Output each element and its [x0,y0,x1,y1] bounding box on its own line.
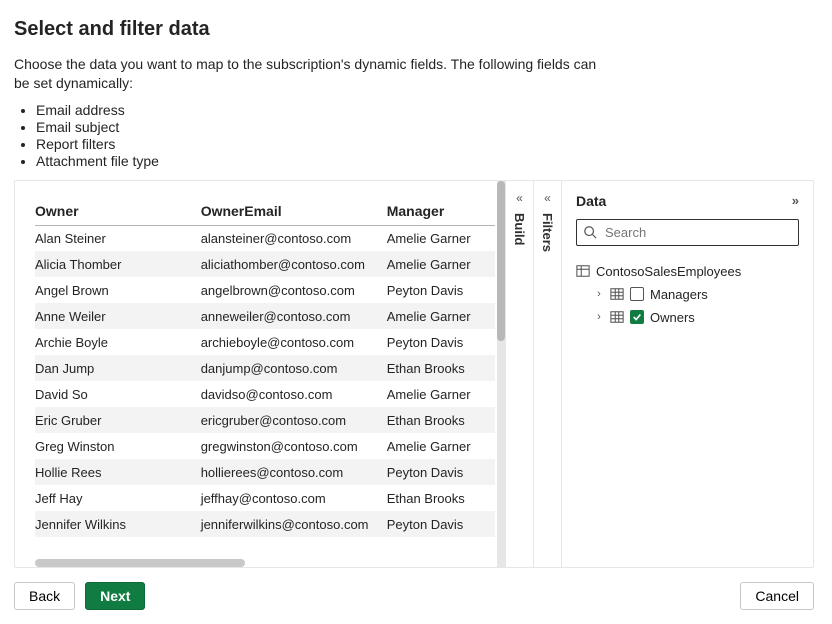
filters-rail[interactable]: « Filters [533,181,561,567]
table-row[interactable]: Alan Steineralansteiner@contoso.comAmeli… [35,225,495,251]
dynamic-field-item: Attachment file type [36,153,814,169]
table-row[interactable]: Anne Weileranneweiler@contoso.comAmelie … [35,303,495,329]
data-panel: Data » ContosoSalesEmployees › Managers › O… [561,181,813,567]
table-cell: David So [35,381,201,407]
search-input[interactable] [603,224,792,241]
intro-text: Choose the data you want to map to the s… [14,55,614,93]
table-row[interactable]: Eric Gruberericgruber@contoso.comEthan B… [35,407,495,433]
table-cell: Amelie Garner [387,433,495,459]
table-cell: danjump@contoso.com [201,355,387,381]
table-cell: Ethan Brooks [387,485,495,511]
table-row[interactable]: Dan Jumpdanjump@contoso.comEthan Brooks [35,355,495,381]
page-title: Select and filter data [14,18,814,41]
column-header-owneremail[interactable]: OwnerEmail [201,197,387,226]
table-cell: Jennifer Wilkins [35,511,201,537]
build-rail[interactable]: « Build [505,181,533,567]
checkbox[interactable] [630,287,644,301]
table-cell: Ethan Brooks [387,355,495,381]
column-header-manager[interactable]: Manager [387,197,495,226]
dataset-icon [576,264,590,278]
data-table: Owner OwnerEmail Manager Alan Steinerala… [35,197,495,538]
table-row[interactable]: Angel Brownangelbrown@contoso.comPeyton … [35,277,495,303]
dynamic-field-item: Report filters [36,136,814,152]
data-panel-heading: Data [576,193,606,209]
table-cell: Peyton Davis [387,329,495,355]
vertical-scrollbar[interactable] [497,181,505,567]
filters-rail-label: Filters [540,213,555,252]
table-cell: Ethan Brooks [387,407,495,433]
dataset-row[interactable]: ContosoSalesEmployees [576,260,799,283]
table-cell: Alan Steiner [35,225,201,251]
table-cell: Amelie Garner [387,225,495,251]
tree-table-label: Managers [650,287,708,302]
table-cell: Anne Weiler [35,303,201,329]
table-cell: Peyton Davis [387,511,495,537]
table-cell: jenniferwilkins@contoso.com [201,511,387,537]
table-cell: Dan Jump [35,355,201,381]
table-row[interactable]: Greg Winstongregwinston@contoso.comAmeli… [35,433,495,459]
back-button[interactable]: Back [14,582,75,610]
table-cell: gregwinston@contoso.com [201,433,387,459]
column-header-owner[interactable]: Owner [35,197,201,226]
workspace: Owner OwnerEmail Manager Alan Steinerala… [14,180,814,568]
field-tree: ContosoSalesEmployees › Managers › Owners [576,260,799,329]
footer: Back Next Cancel [14,568,814,610]
table-cell: aliciathomber@contoso.com [201,251,387,277]
search-icon [583,225,597,239]
table-row[interactable]: David Sodavidso@contoso.comAmelie Garner [35,381,495,407]
build-rail-label: Build [512,213,527,246]
chevron-right-icon[interactable]: › [594,288,604,300]
table-row[interactable]: Jeff Hayjeffhay@contoso.comEthan Brooks [35,485,495,511]
table-row[interactable]: Archie Boylearchieboyle@contoso.comPeyto… [35,329,495,355]
table-cell: Angel Brown [35,277,201,303]
table-cell: Alicia Thomber [35,251,201,277]
table-cell: jeffhay@contoso.com [201,485,387,511]
dynamic-field-list: Email address Email subject Report filte… [36,101,814,170]
search-box[interactable] [576,219,799,246]
tree-table-row[interactable]: › Managers [576,283,799,306]
horizontal-scrollbar[interactable] [35,559,245,567]
chevron-left-icon[interactable]: « [516,191,523,205]
table-cell: hollierees@contoso.com [201,459,387,485]
chevron-right-icon[interactable]: » [792,193,799,208]
table-cell: Peyton Davis [387,459,495,485]
table-cell: ericgruber@contoso.com [201,407,387,433]
tree-table-label: Owners [650,310,695,325]
table-cell: davidso@contoso.com [201,381,387,407]
table-row[interactable]: Alicia Thomberaliciathomber@contoso.comA… [35,251,495,277]
table-area: Owner OwnerEmail Manager Alan Steinerala… [15,181,505,567]
table-cell: alansteiner@contoso.com [201,225,387,251]
table-cell: Amelie Garner [387,303,495,329]
table-row[interactable]: Jennifer Wilkinsjenniferwilkins@contoso.… [35,511,495,537]
table-cell: angelbrown@contoso.com [201,277,387,303]
table-cell: Peyton Davis [387,277,495,303]
chevron-left-icon[interactable]: « [544,191,551,205]
table-cell: archieboyle@contoso.com [201,329,387,355]
table-cell: Eric Gruber [35,407,201,433]
dataset-label: ContosoSalesEmployees [596,264,741,279]
table-cell: anneweiler@contoso.com [201,303,387,329]
next-button[interactable]: Next [85,582,145,610]
table-scroll[interactable]: Owner OwnerEmail Manager Alan Steinerala… [15,181,505,567]
table-cell: Amelie Garner [387,381,495,407]
table-icon [610,287,624,301]
dynamic-field-item: Email address [36,102,814,118]
table-cell: Archie Boyle [35,329,201,355]
chevron-right-icon[interactable]: › [594,311,604,323]
table-cell: Greg Winston [35,433,201,459]
cancel-button[interactable]: Cancel [740,582,814,610]
table-icon [610,310,624,324]
table-cell: Hollie Rees [35,459,201,485]
checkbox[interactable] [630,310,644,324]
tree-table-row[interactable]: › Owners [576,306,799,329]
table-cell: Amelie Garner [387,251,495,277]
dynamic-field-item: Email subject [36,119,814,135]
table-row[interactable]: Hollie Reeshollierees@contoso.comPeyton … [35,459,495,485]
table-cell: Jeff Hay [35,485,201,511]
